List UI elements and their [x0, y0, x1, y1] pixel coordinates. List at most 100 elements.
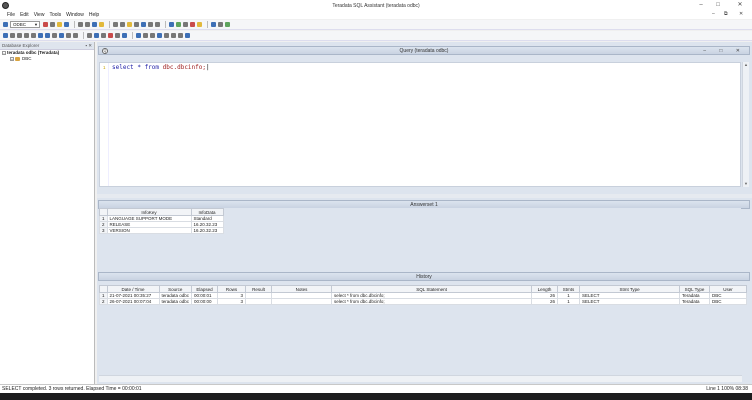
column-header[interactable]: InfoData: [190, 208, 224, 216]
pane-splitter[interactable]: [97, 194, 752, 198]
collapse-icon[interactable]: −: [2, 51, 6, 55]
column-header[interactable]: SQL Statement: [331, 285, 533, 293]
import-icon[interactable]: [87, 33, 92, 38]
clear-icon[interactable]: [108, 33, 113, 38]
tab-icon[interactable]: [38, 33, 43, 38]
editor-vertical-scrollbar[interactable]: ▲ ▼: [742, 62, 749, 187]
menu-view[interactable]: View: [34, 12, 45, 18]
pin-close-icon[interactable]: ▪ ✕: [85, 42, 92, 50]
refresh-icon[interactable]: [225, 22, 230, 27]
scroll-down-icon[interactable]: ▼: [743, 181, 749, 187]
mdi-close-button[interactable]: ✕: [739, 11, 743, 17]
bookmark-icon[interactable]: [127, 22, 132, 27]
close-button[interactable]: ✕: [733, 1, 747, 10]
column-header[interactable]: Stmt Type: [579, 285, 681, 293]
table-cell[interactable]: select * from dbc.dbcinfo;: [331, 298, 533, 305]
upper-icon[interactable]: [66, 33, 71, 38]
column-header[interactable]: SQL Type: [679, 285, 711, 293]
sort-icon[interactable]: [148, 22, 153, 27]
help-icon[interactable]: [122, 33, 127, 38]
query-toggle-icon[interactable]: [157, 33, 162, 38]
menu-edit[interactable]: Edit: [20, 12, 29, 18]
query-editor[interactable]: 1 select * from dbc.dbcinfo;|: [99, 62, 741, 187]
history-toggle-icon[interactable]: [171, 33, 176, 38]
table-cell[interactable]: 00:00:00: [191, 298, 219, 305]
explorer-toggle-icon[interactable]: [150, 33, 155, 38]
connect-icon[interactable]: [3, 22, 8, 27]
menu-window[interactable]: Window: [66, 12, 84, 18]
comment-icon[interactable]: [45, 33, 50, 38]
indent-icon[interactable]: [31, 33, 36, 38]
scroll-up-icon[interactable]: ▲: [743, 62, 749, 68]
menu-tools[interactable]: Tools: [49, 12, 61, 18]
window-icon[interactable]: [3, 33, 8, 38]
table-cell[interactable]: 21-07-2021 00:35:27: [106, 292, 160, 299]
view-toggle-icon[interactable]: [185, 33, 190, 38]
table-cell[interactable]: 16.20.32.23: [190, 227, 224, 234]
column-header[interactable]: Source: [158, 285, 193, 293]
table-cell[interactable]: 26-07-2021 00:07:04: [106, 298, 160, 305]
lower-icon[interactable]: [73, 33, 78, 38]
mdi-restore-button[interactable]: ⧉: [724, 11, 728, 17]
find-icon[interactable]: [134, 22, 139, 27]
tile-icon[interactable]: [10, 33, 15, 38]
expand-icon[interactable]: +: [10, 57, 14, 61]
explain-icon[interactable]: [197, 22, 202, 27]
replace-icon[interactable]: [141, 22, 146, 27]
open-folder-icon[interactable]: [57, 22, 62, 27]
column-header[interactable]: Stmts: [557, 285, 581, 293]
table-row[interactable]: 1 LANGUAGE SUPPORT MODE Standard: [99, 215, 224, 222]
column-header[interactable]: Result: [245, 285, 273, 293]
layout-icon[interactable]: [136, 33, 141, 38]
table-cell[interactable]: teradata odbc: [158, 298, 193, 305]
save-icon[interactable]: [64, 22, 69, 27]
table-cell[interactable]: teradata odbc: [158, 292, 193, 299]
print-icon[interactable]: [78, 22, 83, 27]
minimize-button[interactable]: –: [694, 1, 708, 10]
column-header[interactable]: InfoKey: [106, 208, 192, 216]
run-icon[interactable]: [176, 22, 181, 27]
table-cell[interactable]: SELECT: [579, 298, 681, 305]
grid-icon[interactable]: [211, 22, 216, 27]
column-header[interactable]: User: [709, 285, 747, 293]
new-icon[interactable]: [50, 22, 55, 27]
table-cell[interactable]: 3: [217, 298, 247, 305]
maximize-button[interactable]: □: [711, 1, 725, 10]
execute-icon[interactable]: [169, 22, 174, 27]
history-icon[interactable]: [101, 33, 106, 38]
uncomment-icon[interactable]: [52, 33, 57, 38]
cut-icon[interactable]: [85, 22, 90, 27]
paste-icon[interactable]: [99, 22, 104, 27]
cascade-icon[interactable]: [17, 33, 22, 38]
stop-icon[interactable]: [183, 22, 188, 27]
mdi-minimize-button[interactable]: –: [712, 11, 715, 17]
table-row[interactable]: 3 VERSION 16.20.32.23: [99, 227, 224, 234]
query-window-controls[interactable]: – □ ✕: [703, 47, 746, 55]
table-cell[interactable]: 26: [531, 298, 559, 305]
filter-icon[interactable]: [155, 22, 160, 27]
column-header[interactable]: Notes: [271, 285, 333, 293]
export-icon[interactable]: [94, 33, 99, 38]
tree-item-dbc[interactable]: + DBC: [0, 56, 94, 62]
copy-icon[interactable]: [92, 22, 97, 27]
options-icon[interactable]: [115, 33, 120, 38]
connection-select[interactable]: ODBC ▼: [10, 21, 40, 28]
abort-icon[interactable]: [190, 22, 195, 27]
column-header[interactable]: Length: [531, 285, 559, 293]
menu-file[interactable]: File: [7, 12, 15, 18]
redo-icon[interactable]: [120, 22, 125, 27]
table-cell[interactable]: DBC: [709, 298, 747, 305]
query-text[interactable]: select * from dbc.dbcinfo;|: [112, 64, 210, 71]
table-cell[interactable]: [271, 298, 333, 305]
list-icon[interactable]: [24, 33, 29, 38]
column-header[interactable]: Elapsed: [191, 285, 219, 293]
table-cell[interactable]: VERSION: [106, 227, 192, 234]
split-icon[interactable]: [143, 33, 148, 38]
table-cell[interactable]: 1: [557, 298, 581, 305]
history-horizontal-scrollbar[interactable]: [99, 375, 742, 382]
column-header[interactable]: Date / Time: [106, 285, 160, 293]
format-icon[interactable]: [59, 33, 64, 38]
chart-icon[interactable]: [218, 22, 223, 27]
grid-toggle-icon[interactable]: [178, 33, 183, 38]
table-cell[interactable]: [245, 298, 273, 305]
